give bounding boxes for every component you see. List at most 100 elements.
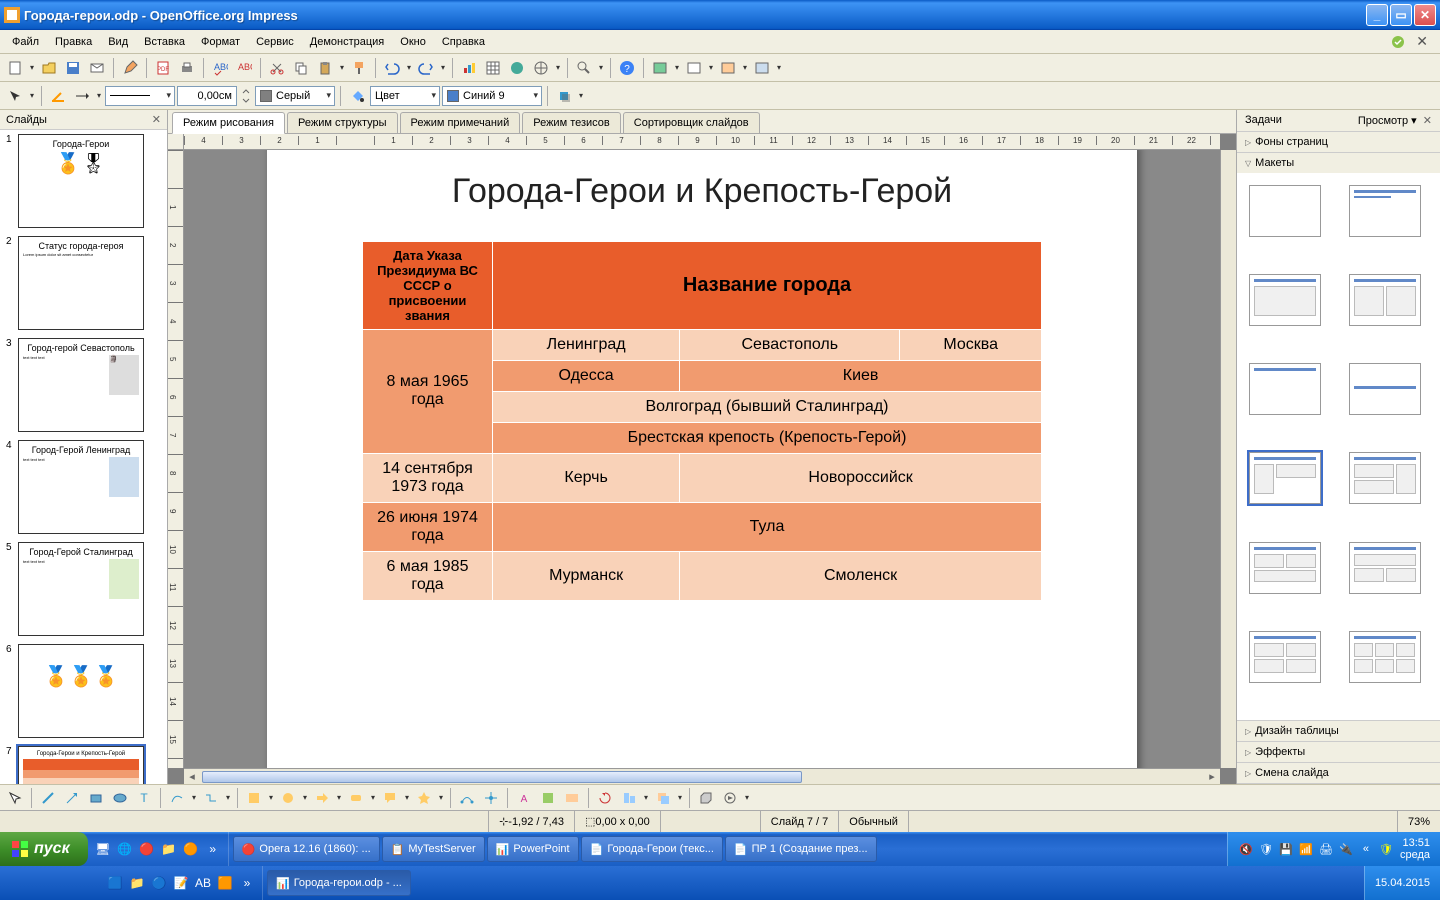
chart-button[interactable]: [458, 57, 480, 79]
copy-button[interactable]: [290, 57, 312, 79]
tasks-close[interactable]: ✕: [1423, 115, 1432, 127]
tray-shield-icon[interactable]: 🛡: [1378, 841, 1394, 857]
paste-button[interactable]: [314, 57, 336, 79]
menu-slideshow[interactable]: Демонстрация: [302, 33, 393, 51]
arrow-tool-button[interactable]: [4, 85, 26, 107]
save-button[interactable]: [62, 57, 84, 79]
line-tool[interactable]: [37, 787, 59, 809]
fill-color-combo[interactable]: Синий 9: [442, 86, 542, 106]
start-button[interactable]: пуск: [0, 832, 88, 866]
tray-icon[interactable]: 🖨: [1318, 841, 1334, 857]
redo-button[interactable]: [415, 57, 437, 79]
line-width-input[interactable]: [177, 86, 237, 106]
menu-tools[interactable]: Сервис: [248, 33, 302, 51]
menu-insert[interactable]: Вставка: [136, 33, 193, 51]
curve-tool[interactable]: [166, 787, 188, 809]
line-arrow-dropdown[interactable]: ▾: [95, 85, 103, 107]
task-doc1[interactable]: 📄 Города-Герои (текс...: [581, 836, 723, 862]
open-button[interactable]: [38, 57, 60, 79]
tray-icon[interactable]: «: [1358, 841, 1374, 857]
maximize-button[interactable]: ▭: [1390, 4, 1412, 26]
hyperlink-button[interactable]: [506, 57, 528, 79]
layout-2obj-text[interactable]: [1249, 542, 1321, 594]
section-transition[interactable]: ▷Смена слайда: [1237, 763, 1440, 783]
slide-dropdown[interactable]: ▾: [707, 57, 715, 79]
callout-tool[interactable]: [379, 787, 401, 809]
tray-icon[interactable]: 📶: [1298, 841, 1314, 857]
block-arrows-tool[interactable]: [311, 787, 333, 809]
layout-title-content[interactable]: [1249, 274, 1321, 326]
section-table-design[interactable]: ▷Дизайн таблицы: [1237, 721, 1440, 741]
align-tool[interactable]: [618, 787, 640, 809]
slides-panel-close[interactable]: ✕: [152, 113, 161, 126]
line-color-button[interactable]: [47, 85, 69, 107]
layout-text-obj[interactable]: [1349, 452, 1421, 504]
layout-obj-text[interactable]: [1249, 452, 1321, 504]
redo-dropdown[interactable]: ▾: [439, 57, 447, 79]
table-button[interactable]: [482, 57, 504, 79]
menu-file[interactable]: Файл: [4, 33, 47, 51]
ql2-icon[interactable]: 🟦: [106, 874, 124, 892]
scrollbar-horizontal[interactable]: ◂ ▸: [184, 768, 1220, 784]
section-effects[interactable]: ▷Эффекты: [1237, 742, 1440, 762]
fill-type-combo[interactable]: Цвет: [370, 86, 440, 106]
undo-dropdown[interactable]: ▾: [405, 57, 413, 79]
menu-edit[interactable]: Правка: [47, 33, 100, 51]
tab-notes[interactable]: Режим примечаний: [400, 112, 521, 133]
extrusion-tool[interactable]: [695, 787, 717, 809]
flowchart-tool[interactable]: [345, 787, 367, 809]
undo-button[interactable]: [381, 57, 403, 79]
task-powerpoint[interactable]: 📊 PowerPoint: [487, 836, 579, 862]
tab-handout[interactable]: Режим тезисов: [522, 112, 621, 133]
ql-desktop-icon[interactable]: 🖥: [94, 840, 112, 858]
email-button[interactable]: [86, 57, 108, 79]
toolbar-overflow[interactable]: ▾: [775, 57, 783, 79]
close-button[interactable]: ✕: [1414, 4, 1436, 26]
from-file-tool[interactable]: [537, 787, 559, 809]
gallery-tool[interactable]: [561, 787, 583, 809]
fill-button[interactable]: [346, 85, 368, 107]
new-button[interactable]: [4, 57, 26, 79]
select-tool[interactable]: [4, 787, 26, 809]
canvas-inner[interactable]: Города-Герои и Крепость-Герой Дата Указа…: [184, 150, 1220, 768]
gallery-dropdown[interactable]: ▾: [673, 57, 681, 79]
layout-blank[interactable]: [1249, 185, 1321, 237]
symbol-shapes-tool[interactable]: [277, 787, 299, 809]
slide-button[interactable]: [683, 57, 705, 79]
arrow-tool-dropdown[interactable]: ▾: [28, 85, 36, 107]
draw-toolbar-overflow[interactable]: ▾: [743, 787, 751, 809]
ql2-icon[interactable]: 📝: [172, 874, 190, 892]
tasks-view-label[interactable]: Просмотр: [1358, 115, 1408, 127]
slide-thumb-6[interactable]: 6 🏅🏅🏅: [4, 644, 163, 738]
task-impress[interactable]: 📊 Города-герои.odp - ...: [267, 870, 411, 896]
navigator-dropdown[interactable]: ▾: [554, 57, 562, 79]
design-button[interactable]: [717, 57, 739, 79]
slide-thumb-2[interactable]: 2 Статус города-герояLorem ipsum dolor s…: [4, 236, 163, 330]
layout-centered[interactable]: [1349, 363, 1421, 415]
arrange-tool[interactable]: [652, 787, 674, 809]
ql-opera-icon[interactable]: 🔴: [138, 840, 156, 858]
shadow-button[interactable]: [553, 85, 575, 107]
slide-thumb-7[interactable]: 7 Города-Герои и Крепость-Герой: [4, 746, 163, 784]
menu-format[interactable]: Формат: [193, 33, 248, 51]
stars-tool[interactable]: [413, 787, 435, 809]
section-layouts[interactable]: ▽Макеты: [1237, 153, 1440, 173]
status-zoom[interactable]: 73%: [1397, 811, 1440, 832]
print-button[interactable]: [176, 57, 198, 79]
ql-more-icon[interactable]: »: [204, 840, 222, 858]
ql2-icon[interactable]: AB: [194, 874, 212, 892]
slide-thumb-4[interactable]: 4 Город-Герой Ленинградtext text text: [4, 440, 163, 534]
arrow-line-tool[interactable]: [61, 787, 83, 809]
menu-window[interactable]: Окно: [392, 33, 434, 51]
slide-thumb-3[interactable]: 3 Город-герой Севастопольtext text text🗿: [4, 338, 163, 432]
zoom-button[interactable]: [573, 57, 595, 79]
navigator-button[interactable]: [530, 57, 552, 79]
layout-6obj[interactable]: [1349, 631, 1421, 683]
ql-app-icon[interactable]: 🟠: [182, 840, 200, 858]
line-color-combo[interactable]: Серый: [255, 86, 335, 106]
text-tool[interactable]: T: [133, 787, 155, 809]
tab-sorter[interactable]: Сортировщик слайдов: [623, 112, 760, 133]
ql-folder-icon[interactable]: 📁: [160, 840, 178, 858]
edit-button[interactable]: [119, 57, 141, 79]
layout-4obj[interactable]: [1249, 631, 1321, 683]
